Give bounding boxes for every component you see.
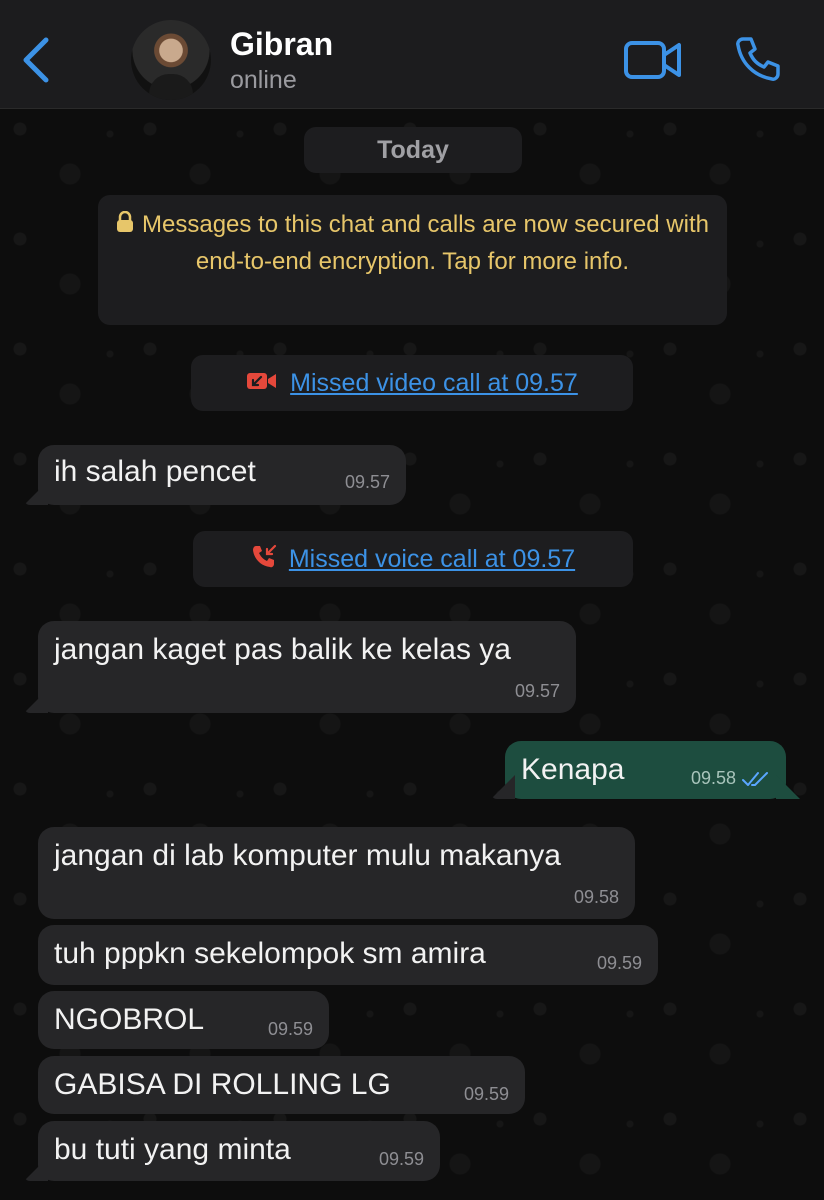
message-text: jangan di lab komputer mulu makanya	[54, 839, 561, 872]
encryption-notice[interactable]: Messages to this chat and calls are now …	[98, 195, 727, 325]
missed-video-call-icon	[246, 370, 278, 397]
message-time: 09.59	[267, 1019, 313, 1039]
lock-icon	[116, 208, 134, 244]
double-check-icon	[742, 771, 770, 792]
message-bubble[interactable]: jangan kaget pas balik ke kelas ya 09.57	[38, 621, 576, 713]
contact-name[interactable]: Gibran	[230, 26, 333, 63]
encryption-text: Messages to this chat and calls are now …	[142, 211, 709, 275]
chat-header: Gibran online	[0, 0, 824, 109]
message-text: bu tuti yang minta	[54, 1133, 291, 1166]
back-chevron-icon[interactable]	[18, 36, 52, 84]
message-bubble[interactable]: bu tuti yang minta 09.59	[38, 1121, 440, 1181]
chat-area[interactable]: Today Messages to this chat and calls ar…	[0, 109, 824, 1200]
message-time: 09.59	[378, 1149, 424, 1169]
message-text: jangan kaget pas balik ke kelas ya	[54, 633, 511, 666]
missed-voice-call[interactable]: Missed voice call at 09.57	[193, 531, 633, 587]
message-time: 09.58	[690, 768, 736, 788]
message-text: Kenapa	[521, 753, 625, 786]
message-bubble[interactable]: tuh pppkn sekelompok sm amira 09.59	[38, 925, 658, 985]
message-bubble[interactable]: NGOBROL 09.59	[38, 991, 329, 1049]
message-time: 09.59	[596, 953, 642, 973]
video-call-icon[interactable]	[624, 40, 682, 80]
phone-call-icon[interactable]	[735, 36, 781, 82]
message-text: NGOBROL	[54, 1003, 205, 1036]
message-text: tuh pppkn sekelompok sm amira	[54, 937, 486, 970]
message-bubble[interactable]: jangan di lab komputer mulu makanya 09.5…	[38, 827, 635, 919]
message-time: 09.57	[514, 681, 560, 701]
contact-status: online	[230, 66, 297, 94]
message-bubble[interactable]: ih salah pencet 09.57	[38, 445, 406, 505]
date-label: Today	[304, 127, 522, 173]
missed-video-call[interactable]: Missed video call at 09.57	[191, 355, 633, 411]
message-text: GABISA DI ROLLING LG	[54, 1068, 391, 1101]
message-bubble-outgoing[interactable]: Kenapa 09.58	[505, 741, 786, 799]
message-time: 09.57	[344, 472, 390, 492]
missed-voice-call-icon	[251, 544, 277, 575]
message-time: 09.58	[573, 887, 619, 907]
missed-video-call-text[interactable]: Missed video call at 09.57	[290, 369, 578, 398]
message-time: 09.59	[463, 1084, 509, 1104]
message-bubble[interactable]: GABISA DI ROLLING LG 09.59	[38, 1056, 525, 1114]
missed-voice-call-text[interactable]: Missed voice call at 09.57	[289, 545, 575, 574]
message-text: ih salah pencet	[54, 455, 256, 488]
avatar[interactable]	[131, 20, 211, 100]
